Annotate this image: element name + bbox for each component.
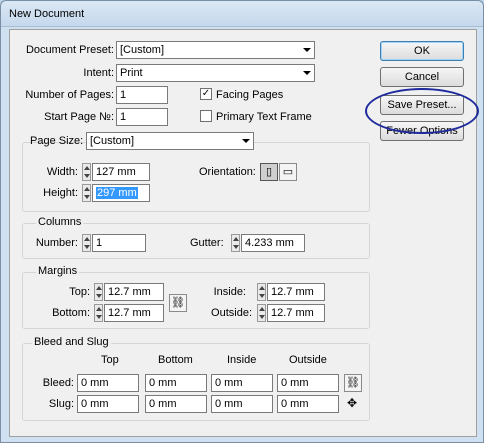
preset-dropdown[interactable]: [Custom] (116, 41, 315, 59)
width-label: Width: (46, 166, 78, 178)
slug-top-input[interactable]: 0 mm (77, 395, 139, 413)
columns-title: Columns (36, 215, 84, 229)
margin-bottom-input[interactable]: 12.7 mm (104, 304, 164, 322)
gutter-spinner[interactable] (231, 234, 240, 252)
height-value: 297 mm (96, 187, 138, 199)
slug-outside-input[interactable]: 0 mm (277, 395, 339, 413)
bleed-inside-input[interactable]: 0 mm (211, 374, 273, 392)
columns-number-spinner[interactable] (82, 234, 91, 252)
margins-title: Margins (36, 264, 80, 278)
new-document-dialog: New Document Document Preset: [Custom] I… (0, 0, 484, 443)
primary-text-frame-checkbox[interactable] (200, 110, 212, 122)
page-size-dropdown[interactable]: [Custom] (86, 132, 254, 150)
window-title: New Document (9, 8, 85, 20)
width-input[interactable]: 127 mm (92, 163, 150, 181)
height-label: Height: (43, 187, 78, 199)
page-size-value: [Custom] (90, 135, 135, 147)
slug-label: Slug: (48, 398, 74, 410)
margin-bottom-label: Bottom: (52, 307, 90, 319)
intent-dropdown[interactable]: Print (116, 64, 315, 82)
landscape-orientation-icon[interactable]: ▭ (279, 163, 297, 181)
bleed-label: Bleed: (42, 377, 74, 389)
bleed-header-top: Top (101, 354, 119, 366)
columns-number-label: Number: (35, 237, 78, 249)
margin-outside-label: Outside: (211, 307, 252, 319)
height-spinner[interactable] (82, 184, 91, 202)
start-page-label: Start Page №: (44, 111, 114, 123)
bleed-slug-title: Bleed and Slug (32, 335, 111, 349)
margin-link-icon[interactable]: ⛓ (169, 294, 187, 312)
margin-outside-spinner[interactable] (257, 304, 266, 322)
bleed-link-icon[interactable]: ⛓ (344, 374, 362, 392)
ok-button[interactable]: OK (380, 41, 464, 61)
orientation-label: Orientation: (199, 166, 256, 178)
preset-value: [Custom] (120, 44, 165, 56)
bleed-outside-input[interactable]: 0 mm (277, 374, 339, 392)
width-spinner[interactable] (82, 163, 91, 181)
intent-value: Print (120, 67, 143, 79)
gutter-label: Gutter: (190, 237, 224, 249)
chevron-down-icon (242, 139, 250, 143)
height-input[interactable]: 297 mm (92, 184, 150, 202)
page-size-label: Page Size: (30, 135, 84, 147)
bleed-top-input[interactable]: 0 mm (77, 374, 139, 392)
bleed-header-bottom: Bottom (158, 354, 193, 366)
facing-pages-label: Facing Pages (216, 89, 284, 101)
margin-inside-label: Inside: (213, 286, 246, 298)
start-page-input[interactable]: 1 (116, 108, 168, 126)
columns-number-input[interactable]: 1 (92, 234, 146, 252)
bleed-header-inside: Inside (227, 354, 257, 366)
primary-text-frame-label: Primary Text Frame (216, 111, 312, 123)
slug-unlink-icon[interactable]: ✥ (347, 396, 357, 410)
num-pages-label: Number of Pages: (25, 89, 114, 101)
chevron-down-icon (303, 71, 311, 75)
dialog-body: Document Preset: [Custom] Intent: Print … (9, 29, 479, 437)
margin-inside-input[interactable]: 12.7 mm (267, 283, 325, 301)
chevron-down-icon (303, 48, 311, 52)
facing-pages-checkbox[interactable]: ✓ (200, 88, 212, 100)
margin-top-input[interactable]: 12.7 mm (104, 283, 164, 301)
cancel-button[interactable]: Cancel (380, 67, 464, 87)
margin-bottom-spinner[interactable] (94, 304, 103, 322)
gutter-input[interactable]: 4.233 mm (241, 234, 305, 252)
slug-inside-input[interactable]: 0 mm (211, 395, 273, 413)
num-pages-input[interactable]: 1 (116, 86, 168, 104)
slug-bottom-input[interactable]: 0 mm (145, 395, 207, 413)
margin-top-label: Top: (69, 286, 90, 298)
margin-top-spinner[interactable] (94, 283, 103, 301)
annotation-circle (365, 88, 479, 134)
margin-outside-input[interactable]: 12.7 mm (267, 304, 325, 322)
bleed-bottom-input[interactable]: 0 mm (145, 374, 207, 392)
intent-label: Intent: (83, 67, 114, 79)
portrait-orientation-icon[interactable]: ▯ (260, 163, 278, 181)
margin-inside-spinner[interactable] (257, 283, 266, 301)
preset-label: Document Preset: (25, 44, 114, 56)
bleed-header-outside: Outside (289, 354, 327, 366)
title-bar[interactable]: New Document (1, 1, 483, 27)
